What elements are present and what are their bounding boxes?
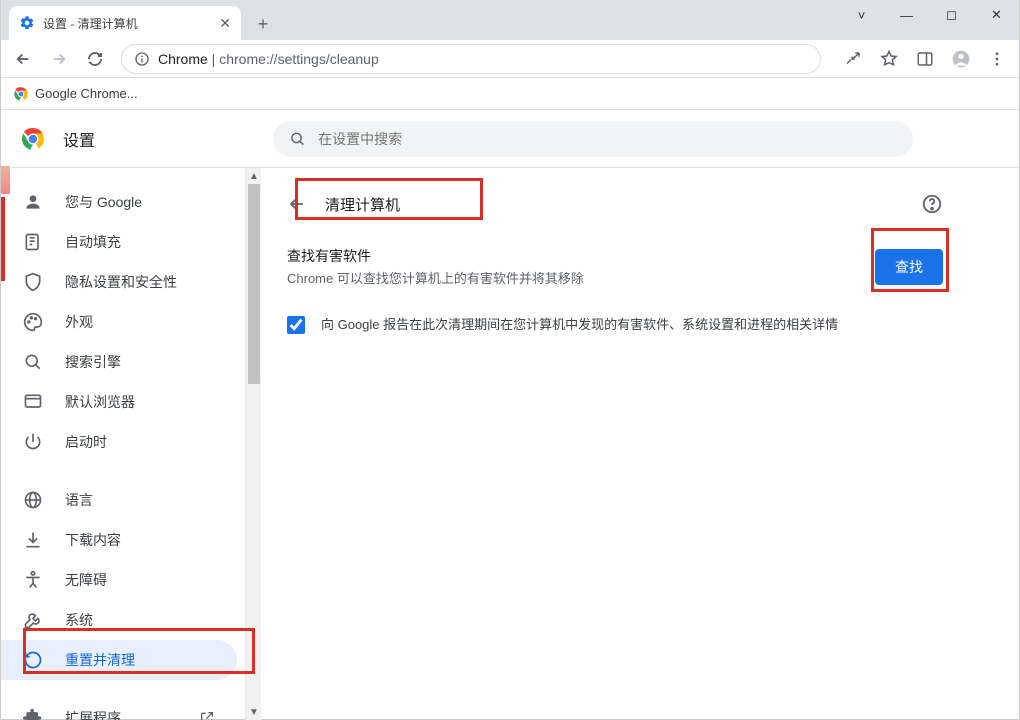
globe-icon: [23, 490, 43, 510]
sidebar-item-system[interactable]: 系统: [1, 600, 237, 640]
search-icon: [23, 352, 43, 372]
browser-icon: [23, 392, 43, 412]
back-button[interactable]: [7, 43, 39, 75]
panel-title: 清理计算机: [325, 194, 400, 215]
chrome-favicon: [13, 86, 29, 102]
settings-search[interactable]: [273, 121, 913, 157]
maximize-button[interactable]: ◻: [929, 0, 974, 30]
annotation-edge: [1, 197, 5, 281]
report-to-google-checkbox[interactable]: [287, 316, 305, 334]
sidebar-item-privacy[interactable]: 隐私设置和安全性: [1, 262, 237, 302]
sidebar-item-default-browser[interactable]: 默认浏览器: [1, 382, 237, 422]
site-info-icon[interactable]: [134, 51, 150, 67]
settings-header: 设置: [1, 110, 1019, 168]
accessibility-icon: [23, 570, 43, 590]
autofill-icon: [23, 232, 43, 252]
browser-tab[interactable]: 设置 - 清理计算机 ✕: [9, 6, 241, 40]
sidebar-item-languages[interactable]: 语言: [1, 480, 237, 520]
wrench-icon: [23, 610, 43, 630]
new-tab-button[interactable]: +: [249, 10, 277, 38]
bookmark-star-icon[interactable]: [873, 43, 905, 75]
panel-back-button[interactable]: [287, 194, 307, 214]
close-window-button[interactable]: ✕: [974, 0, 1019, 30]
browser-tab-strip: 设置 - 清理计算机 ✕ + ˅ — ◻ ✕: [1, 0, 1019, 40]
person-icon: [23, 192, 43, 212]
extension-icon: [23, 708, 43, 720]
checkbox-label: 向 Google 报告在此次清理期间在您计算机中发现的有害软件、系统设置和进程的…: [321, 315, 838, 335]
find-button[interactable]: 查找: [875, 249, 943, 285]
section-subtitle: Chrome 可以查找您计算机上的有害软件并将其移除: [287, 268, 875, 287]
bookmark-item[interactable]: Google Chrome...: [35, 86, 138, 101]
settings-main-panel: 清理计算机 查找有害软件 Chrome 可以查找您计算机上的有害软件并将其移除 …: [261, 168, 1019, 720]
sidebar-item-downloads[interactable]: 下载内容: [1, 520, 237, 560]
find-harmful-software-row: 查找有害软件 Chrome 可以查找您计算机上的有害软件并将其移除 查找: [285, 232, 945, 301]
bookmarks-bar: Google Chrome...: [1, 78, 1019, 110]
palette-icon: [23, 312, 43, 332]
power-icon: [23, 432, 43, 452]
sidebar-item-you-and-google[interactable]: 您与 Google: [1, 182, 237, 222]
scrollbar-thumb[interactable]: [248, 184, 260, 384]
url-text: Chrome | chrome://settings/cleanup: [158, 51, 379, 67]
chevron-down-icon[interactable]: ˅: [839, 0, 884, 30]
address-bar[interactable]: Chrome | chrome://settings/cleanup: [121, 44, 821, 74]
sidebar-item-extensions[interactable]: 扩展程序: [1, 698, 237, 720]
scroll-down-arrow[interactable]: ▼: [246, 704, 262, 720]
sidebar-item-accessibility[interactable]: 无障碍: [1, 560, 237, 600]
restore-icon: [23, 650, 43, 670]
gear-icon: [19, 15, 35, 31]
scroll-up-arrow[interactable]: ▲: [246, 168, 262, 184]
sidebar-item-reset-cleanup[interactable]: 重置并清理: [1, 640, 237, 680]
minimize-button[interactable]: —: [884, 0, 929, 30]
forward-button[interactable]: [43, 43, 75, 75]
profile-avatar-icon[interactable]: [945, 43, 977, 75]
window-controls: ˅ — ◻ ✕: [839, 0, 1019, 30]
share-icon[interactable]: [837, 43, 869, 75]
search-icon: [289, 130, 306, 148]
kebab-menu-icon[interactable]: [981, 43, 1013, 75]
sidebar-item-search-engine[interactable]: 搜索引擎: [1, 342, 237, 382]
sidebar-item-on-startup[interactable]: 启动时: [1, 422, 237, 462]
reload-button[interactable]: [79, 43, 111, 75]
settings-title: 设置: [63, 127, 95, 151]
sidebar-item-appearance[interactable]: 外观: [1, 302, 237, 342]
side-panel-icon[interactable]: [909, 43, 941, 75]
shield-icon: [23, 272, 43, 292]
chrome-logo-icon: [21, 127, 45, 151]
external-link-icon: [199, 710, 215, 720]
annotation-edge: [1, 165, 11, 195]
browser-toolbar: Chrome | chrome://settings/cleanup: [1, 40, 1019, 78]
sidebar-item-autofill[interactable]: 自动填充: [1, 222, 237, 262]
help-icon[interactable]: [921, 193, 943, 215]
settings-sidebar: 您与 Google 自动填充 隐私设置和安全性 外观 搜索引擎 默认浏览器 启动…: [1, 168, 249, 720]
settings-search-input[interactable]: [318, 131, 897, 147]
sidebar-scrollbar[interactable]: ▲ ▼: [245, 168, 261, 720]
report-checkbox-row: 向 Google 报告在此次清理期间在您计算机中发现的有害软件、系统设置和进程的…: [285, 301, 945, 349]
download-icon: [23, 530, 43, 550]
close-tab-icon[interactable]: ✕: [219, 15, 231, 32]
tab-title: 设置 - 清理计算机: [43, 15, 211, 32]
section-title: 查找有害软件: [287, 246, 875, 266]
